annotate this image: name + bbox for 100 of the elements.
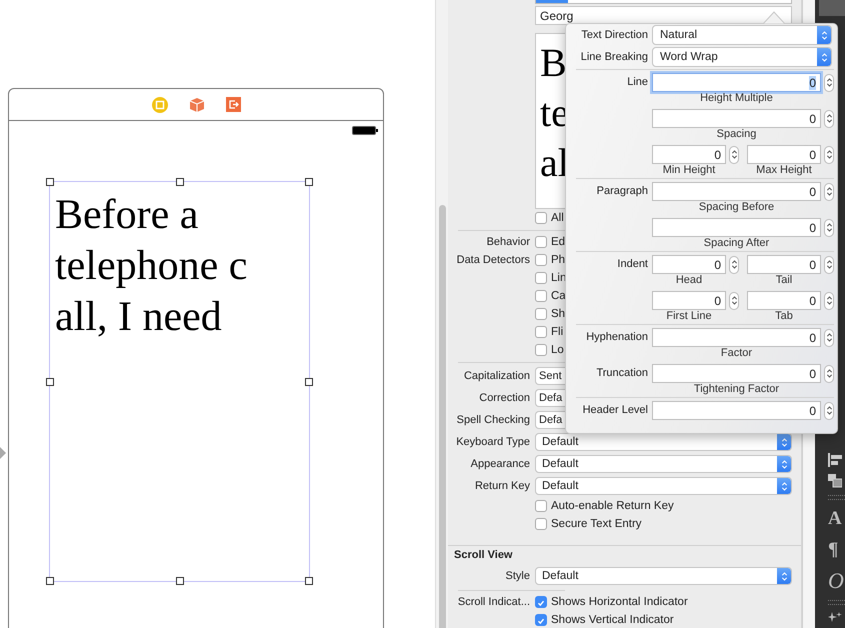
number-field[interactable]: 0 [652, 291, 726, 310]
cube-icon[interactable] [188, 96, 204, 112]
stepper-icon[interactable] [729, 146, 739, 164]
checkbox[interactable] [535, 326, 547, 338]
section-title: Scroll View [453, 548, 514, 563]
field-caption: Min Height [662, 164, 716, 176]
stepper-icon [777, 478, 791, 494]
field-label: Header Level [582, 404, 648, 416]
field-caption: Max Height [755, 164, 813, 176]
field-label: Style [506, 570, 530, 582]
select-field[interactable]: Natural [652, 25, 832, 45]
number-field[interactable]: 0 [652, 182, 821, 201]
checkbox-label[interactable]: Secure Text Entry [551, 518, 642, 530]
sparkle-icon[interactable] [828, 612, 842, 622]
arrange-icon[interactable] [828, 474, 842, 488]
number-field[interactable]: 0 [747, 145, 821, 164]
select-field[interactable]: Default [535, 477, 792, 495]
stepper-icon[interactable] [824, 74, 834, 92]
checkbox[interactable] [535, 236, 547, 248]
checkbox-label[interactable]: Sh [551, 308, 566, 320]
field-caption: Tab [774, 310, 794, 322]
stepper-icon[interactable] [824, 364, 834, 382]
stepper-icon[interactable] [729, 256, 739, 274]
checkbox-label[interactable]: Auto-enable Return Key [551, 500, 674, 512]
checkbox-label[interactable]: Shows Vertical Indicator [551, 614, 674, 626]
resize-handle[interactable] [305, 378, 313, 386]
number-field[interactable]: 0 [747, 255, 821, 274]
checkbox-label[interactable]: Ca [551, 290, 566, 302]
toolbar-glyph[interactable]: A [828, 507, 842, 531]
checkbox-label[interactable]: Ed [551, 236, 566, 248]
text-view[interactable]: Before a telephone c all, I need [49, 181, 310, 582]
checkbox[interactable] [535, 500, 547, 512]
resize-handle[interactable] [46, 178, 54, 186]
number-field[interactable]: 0 [652, 401, 821, 420]
field-label: Scroll Indicat... [458, 596, 530, 608]
checkbox[interactable] [535, 254, 547, 266]
exit-icon[interactable] [226, 97, 240, 112]
field-label: Paragraph [596, 185, 648, 197]
checkbox[interactable] [535, 596, 547, 608]
align-icon[interactable] [828, 453, 842, 467]
stepper-icon[interactable] [824, 110, 834, 128]
field-label: Appearance [470, 458, 530, 470]
select-field[interactable]: Default [535, 567, 792, 585]
stepper-icon [817, 26, 831, 44]
resize-handle[interactable] [46, 378, 54, 386]
number-field[interactable]: 0 [652, 255, 726, 274]
number-field[interactable]: 0 [652, 328, 821, 347]
checkbox[interactable] [535, 344, 547, 356]
select-field[interactable]: Word Wrap [652, 47, 832, 67]
stepper-icon[interactable] [824, 292, 834, 310]
checkbox-label[interactable]: Lo [551, 344, 564, 356]
field-caption: Head [674, 274, 704, 286]
checkbox[interactable] [535, 272, 547, 284]
select-field[interactable]: Default [535, 455, 792, 473]
stepper-icon[interactable] [824, 328, 834, 346]
select-field[interactable]: Defa [535, 411, 565, 429]
stepper-icon[interactable] [729, 292, 739, 310]
stepper-icon[interactable] [824, 218, 834, 236]
stepper-icon[interactable] [824, 402, 834, 420]
checkbox-label[interactable]: All [551, 212, 564, 224]
select-field[interactable]: Sent [535, 367, 565, 385]
field-caption: Tail [774, 274, 794, 286]
resize-handle[interactable] [305, 577, 313, 585]
field-label: Truncation [596, 367, 648, 379]
checkbox[interactable] [535, 290, 547, 302]
stepper-icon[interactable] [824, 256, 834, 274]
number-field[interactable]: 0 [652, 73, 821, 92]
number-field[interactable]: 0 [652, 109, 821, 128]
field-label: Capitalization [464, 370, 530, 382]
resize-handle[interactable] [305, 178, 313, 186]
checkbox-label[interactable]: Fli [551, 326, 564, 338]
checkbox-label[interactable]: Ph [551, 254, 566, 266]
stepper-icon [777, 568, 791, 584]
checkbox[interactable] [535, 308, 547, 320]
select-field[interactable]: Defa [535, 389, 565, 407]
field-label: Spell Checking [456, 414, 530, 426]
number-field[interactable]: 0 [652, 364, 821, 383]
scrollbar-thumb[interactable] [439, 205, 446, 628]
toolbar-glyph[interactable]: ¶ [828, 538, 838, 562]
number-field[interactable]: 0 [652, 145, 726, 164]
battery-icon [352, 126, 378, 135]
field-caption: First Line [665, 310, 713, 322]
stepper-icon[interactable] [824, 182, 834, 200]
checkbox[interactable] [535, 518, 547, 530]
field-label: Indent [617, 258, 648, 270]
checkbox[interactable] [535, 614, 547, 626]
checkbox[interactable] [535, 212, 547, 224]
select-field[interactable]: Default [535, 433, 792, 451]
field-label: Correction [479, 392, 530, 404]
resize-handle[interactable] [176, 178, 184, 186]
segmented-control[interactable] [535, 0, 792, 4]
number-field[interactable]: 0 [652, 218, 821, 237]
stepper-icon [777, 456, 791, 472]
checkbox-label[interactable]: Shows Horizontal Indicator [551, 596, 688, 608]
toolbar-glyph[interactable]: O [828, 569, 844, 593]
resize-handle[interactable] [46, 577, 54, 585]
resize-handle[interactable] [176, 577, 184, 585]
field-label: Return Key [474, 480, 530, 492]
stepper-icon[interactable] [824, 146, 834, 164]
number-field[interactable]: 0 [747, 291, 821, 310]
